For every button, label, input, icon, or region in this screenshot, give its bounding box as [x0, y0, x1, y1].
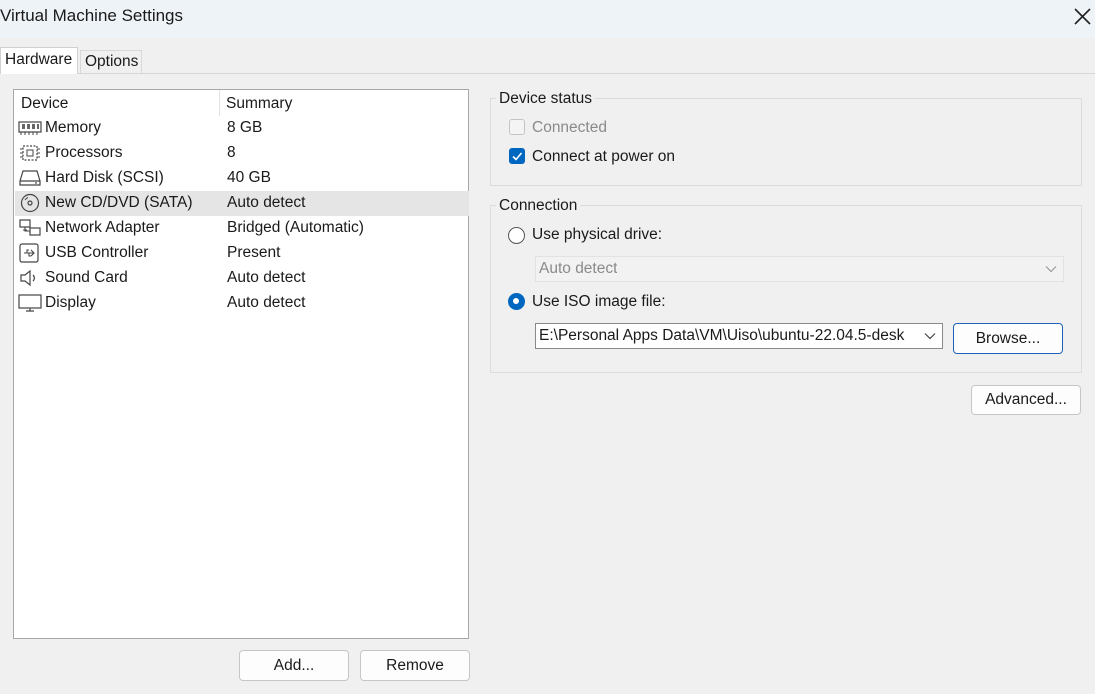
device-row-sound-card[interactable]: Sound Card Auto detect — [15, 266, 469, 291]
close-icon — [1074, 8, 1091, 25]
device-name: USB Controller — [45, 244, 149, 261]
device-row-processors[interactable]: Processors 8 — [15, 141, 469, 166]
add-button[interactable]: Add... — [239, 650, 349, 681]
remove-button[interactable]: Remove — [360, 650, 470, 681]
tab-bar: Hardware Options — [0, 38, 1095, 74]
connection-title: Connection — [496, 197, 581, 215]
device-name: Hard Disk (SCSI) — [45, 169, 164, 186]
device-status-group — [490, 98, 1082, 186]
window-title: Virtual Machine Settings — [0, 6, 184, 25]
device-row-network-adapter[interactable]: Network Adapter Bridged (Automatic) — [15, 216, 469, 241]
network-adapter-icon — [19, 219, 41, 236]
memory-icon — [18, 121, 42, 135]
device-name: Display — [45, 294, 96, 311]
iso-image-label: Use ISO image file: — [532, 293, 666, 310]
device-row-usb-controller[interactable]: USB Controller Present — [15, 241, 469, 266]
device-row-display[interactable]: Display Auto detect — [15, 291, 469, 316]
physical-drive-radio[interactable] — [508, 227, 525, 244]
processor-icon — [20, 145, 40, 161]
hard-disk-icon — [19, 170, 41, 186]
device-row-cd-dvd[interactable]: New CD/DVD (SATA) Auto detect — [15, 191, 469, 216]
display-icon — [18, 294, 42, 312]
device-summary: Auto detect — [227, 194, 306, 211]
device-summary: Auto detect — [227, 269, 306, 286]
browse-button-label: Browse... — [975, 330, 1041, 347]
advanced-button[interactable]: Advanced... — [971, 385, 1081, 415]
speaker-icon — [20, 269, 35, 287]
device-summary: 40 GB — [227, 169, 271, 186]
device-status-title: Device status — [496, 90, 596, 108]
close-button[interactable] — [1066, 4, 1095, 30]
column-separator[interactable] — [219, 90, 220, 116]
title-bar: Virtual Machine Settings — [0, 0, 1095, 38]
browse-button[interactable]: Browse... — [953, 323, 1063, 354]
column-header-summary[interactable]: Summary — [226, 95, 292, 113]
connect-at-power-on-checkbox[interactable] — [509, 148, 525, 164]
device-summary: Auto detect — [227, 294, 306, 311]
chevron-down-icon — [1045, 266, 1057, 273]
column-header-device[interactable]: Device — [21, 95, 68, 113]
device-name: New CD/DVD (SATA) — [45, 194, 193, 211]
device-name: Processors — [45, 144, 123, 161]
connected-label: Connected — [532, 119, 607, 136]
tab-options[interactable]: Options — [80, 50, 142, 74]
chevron-down-icon — [924, 333, 936, 340]
physical-drive-value: Auto detect — [539, 260, 618, 277]
device-summary: Present — [227, 244, 281, 261]
device-name: Memory — [45, 119, 101, 136]
advanced-button-label: Advanced... — [985, 391, 1067, 408]
device-row-memory[interactable]: Memory 8 GB — [15, 116, 469, 141]
remove-button-label: Remove — [386, 657, 444, 674]
device-summary: 8 — [227, 144, 236, 161]
connected-checkbox[interactable] — [509, 119, 525, 135]
device-list[interactable]: Device Summary Memory 8 GB Processors 8 … — [13, 89, 469, 639]
checkmark-icon — [512, 152, 523, 161]
iso-image-path-combo[interactable]: E:\Personal Apps Data\VM\Uiso\ubuntu-22.… — [535, 323, 943, 349]
iso-image-path-value: E:\Personal Apps Data\VM\Uiso\ubuntu-22.… — [539, 327, 905, 344]
add-button-label: Add... — [273, 657, 315, 674]
iso-image-radio[interactable] — [508, 293, 525, 310]
device-summary: Bridged (Automatic) — [227, 219, 364, 236]
physical-drive-label: Use physical drive: — [532, 226, 663, 243]
usb-icon — [19, 243, 39, 263]
device-name: Sound Card — [45, 269, 128, 286]
physical-drive-select[interactable]: Auto detect — [535, 256, 1064, 282]
tab-divider — [0, 73, 1095, 74]
device-summary: 8 GB — [227, 119, 263, 136]
tab-hardware[interactable]: Hardware — [0, 47, 78, 74]
device-name: Network Adapter — [45, 219, 160, 236]
connect-at-power-on-label: Connect at power on — [532, 148, 676, 165]
device-row-hard-disk[interactable]: Hard Disk (SCSI) 40 GB — [15, 166, 469, 191]
cd-dvd-icon — [20, 193, 40, 213]
